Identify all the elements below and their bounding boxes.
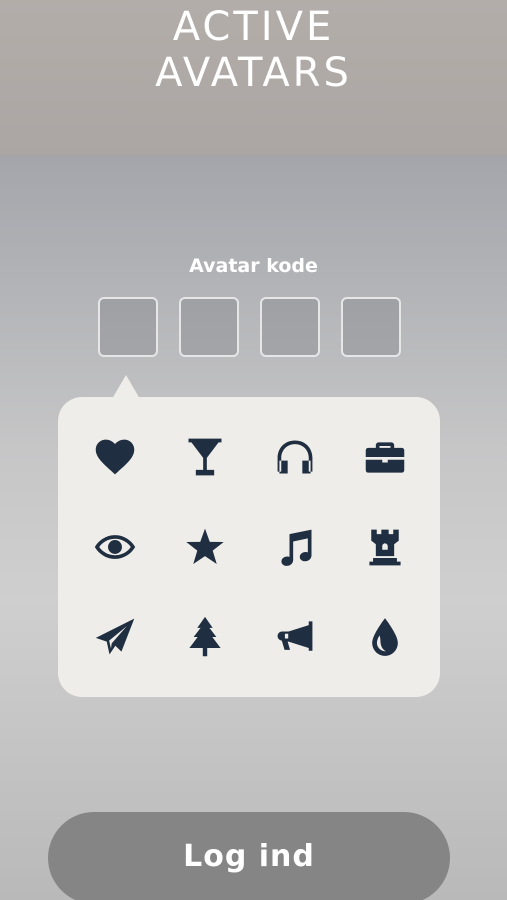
avatar-code-label: Avatar kode xyxy=(189,255,318,277)
cocktail-glass-icon[interactable] xyxy=(175,427,235,487)
water-drop-icon[interactable] xyxy=(355,607,415,667)
app-title: ACTIVE AVATARS xyxy=(0,4,507,96)
code-slot-4[interactable] xyxy=(341,297,401,357)
app-title-line-1: ACTIVE xyxy=(172,4,335,50)
paper-plane-icon[interactable] xyxy=(85,607,145,667)
app-title-line-2: AVATARS xyxy=(155,50,352,96)
icon-picker-pointer xyxy=(112,375,140,399)
tree-icon[interactable] xyxy=(175,607,235,667)
heart-icon[interactable] xyxy=(85,427,145,487)
music-note-icon[interactable] xyxy=(265,517,325,577)
briefcase-icon[interactable] xyxy=(355,427,415,487)
star-icon[interactable] xyxy=(175,517,235,577)
chess-rook-icon[interactable] xyxy=(355,517,415,577)
login-button[interactable]: Log ind xyxy=(48,812,450,900)
code-slot-2[interactable] xyxy=(179,297,239,357)
eye-icon[interactable] xyxy=(85,517,145,577)
code-slot-3[interactable] xyxy=(260,297,320,357)
icon-picker-popover xyxy=(58,397,440,697)
megaphone-icon[interactable] xyxy=(265,607,325,667)
headphones-icon[interactable] xyxy=(265,427,325,487)
code-slot-1[interactable] xyxy=(98,297,158,357)
